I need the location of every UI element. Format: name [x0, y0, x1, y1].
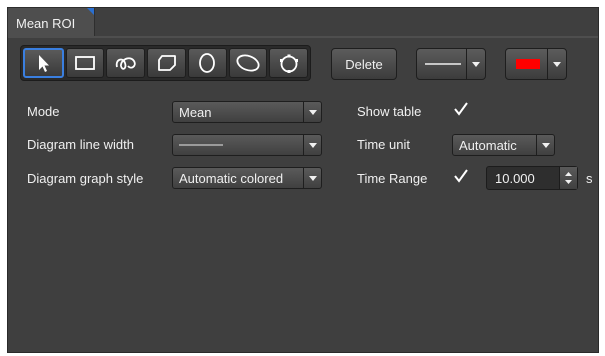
rectangle-tool-button[interactable]	[65, 48, 105, 78]
graph-style-label: Diagram graph style	[27, 171, 144, 186]
tab-strip	[8, 36, 598, 38]
line-width-label: Diagram line width	[27, 137, 134, 152]
mode-select[interactable]: Mean	[172, 101, 322, 123]
time-range-value: 10.000	[495, 171, 535, 186]
spinner-arrows-icon[interactable]	[559, 167, 577, 189]
thin-line-icon	[179, 144, 223, 146]
arrow-pointer-icon	[39, 55, 50, 72]
chevron-down-icon	[303, 168, 321, 188]
chevron-down-icon	[536, 135, 554, 155]
time-range-unit: s	[586, 171, 593, 186]
time-range-input[interactable]: 10.000	[486, 166, 578, 190]
mode-label: Mode	[27, 104, 60, 119]
delete-button[interactable]: Delete	[331, 48, 397, 80]
line-style-dropdown[interactable]	[416, 48, 486, 80]
polygon-tool-button[interactable]	[147, 48, 186, 78]
mode-value: Mean	[179, 105, 212, 120]
chevron-down-icon	[303, 135, 321, 155]
line-width-select[interactable]	[172, 134, 322, 156]
tab-title: Mean ROI	[16, 16, 76, 31]
rectangle-icon	[75, 56, 95, 70]
show-table-checkbox[interactable]	[453, 101, 469, 117]
tab-mean-roi[interactable]: Mean ROI	[7, 7, 95, 37]
chevron-down-icon	[547, 49, 566, 79]
freehand-tool-button[interactable]	[106, 48, 146, 78]
graph-style-select[interactable]: Automatic colored	[172, 167, 322, 189]
roi-tool-group	[20, 45, 311, 81]
ellipse-icon	[236, 54, 260, 72]
chevron-down-icon	[466, 49, 485, 79]
chevron-down-icon	[303, 102, 321, 122]
color-swatch	[516, 59, 540, 69]
freehand-curve-icon	[115, 57, 136, 70]
polygon-icon	[157, 55, 176, 71]
graph-style-value: Automatic colored	[179, 171, 284, 186]
time-range-label: Time Range	[357, 171, 428, 186]
tab-corner-marker	[87, 8, 94, 15]
pointer-tool-button[interactable]	[23, 48, 64, 78]
ellipse-tool-button[interactable]	[228, 48, 268, 78]
show-table-label: Show table	[357, 104, 422, 119]
spline-tool-button[interactable]	[269, 48, 309, 78]
time-unit-value: Automatic	[459, 138, 517, 153]
circle-icon	[199, 53, 216, 73]
line-color-dropdown[interactable]	[505, 48, 567, 80]
time-unit-select[interactable]: Automatic	[452, 134, 555, 156]
time-range-checkbox[interactable]	[453, 168, 469, 184]
circle-tool-button[interactable]	[187, 48, 227, 78]
closed-spline-icon	[279, 54, 298, 73]
line-style-icon	[425, 63, 461, 65]
time-unit-label: Time unit	[357, 137, 410, 152]
delete-button-label: Delete	[345, 56, 383, 72]
